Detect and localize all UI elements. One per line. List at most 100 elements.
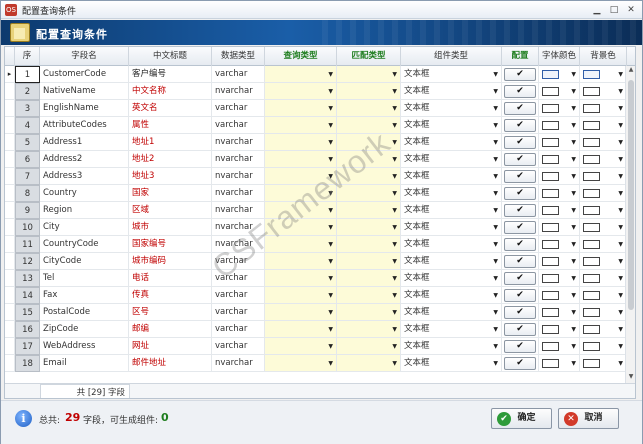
field-name-cell[interactable]: CustomerCode	[40, 66, 129, 83]
chevron-down-icon[interactable]: ▼	[493, 168, 498, 184]
config-button[interactable]: ✔	[504, 204, 536, 217]
field-name-cell[interactable]: Address3	[40, 168, 129, 185]
component-type-select[interactable]: 文本框 ▼	[401, 287, 502, 304]
chevron-down-icon[interactable]: ▼	[618, 117, 623, 133]
chinese-title-cell[interactable]: 邮编	[129, 321, 212, 338]
row-number[interactable]: 6	[15, 151, 40, 168]
chevron-down-icon[interactable]: ▼	[493, 321, 498, 337]
data-type-cell[interactable]: varchar	[212, 66, 265, 83]
component-type-select[interactable]: 文本框 ▼	[401, 202, 502, 219]
data-type-cell[interactable]: varchar	[212, 304, 265, 321]
chinese-title-cell[interactable]: 城市编码	[129, 253, 212, 270]
header-component-type[interactable]: 组件类型	[401, 47, 502, 66]
chevron-down-icon[interactable]: ▼	[571, 287, 576, 303]
chinese-title-cell[interactable]: 邮件地址	[129, 355, 212, 372]
font-color-picker[interactable]: ▼	[539, 236, 580, 253]
match-type-select[interactable]: ▼	[337, 219, 401, 236]
table-row[interactable]: 10 City 城市 nvarchar ▼ ▼ 文本框 ▼ ✔ ▼ ▼	[5, 219, 627, 236]
query-type-select[interactable]: ▼	[265, 134, 337, 151]
chinese-title-cell[interactable]: 传真	[129, 287, 212, 304]
chevron-down-icon[interactable]: ▼	[392, 338, 397, 354]
chevron-down-icon[interactable]: ▼	[392, 253, 397, 269]
header-field-name[interactable]: 字段名	[40, 47, 129, 66]
field-name-cell[interactable]: City	[40, 219, 129, 236]
config-button[interactable]: ✔	[504, 187, 536, 200]
chinese-title-cell[interactable]: 国家	[129, 185, 212, 202]
config-button[interactable]: ✔	[504, 272, 536, 285]
table-row[interactable]: 12 CityCode 城市编码 varchar ▼ ▼ 文本框 ▼ ✔ ▼ ▼	[5, 253, 627, 270]
component-type-select[interactable]: 文本框 ▼	[401, 338, 502, 355]
chevron-down-icon[interactable]: ▼	[392, 185, 397, 201]
config-button[interactable]: ✔	[504, 68, 536, 81]
row-number[interactable]: 4	[15, 117, 40, 134]
header-font-color[interactable]: 字体颜色	[539, 47, 580, 66]
table-row[interactable]: 5 Address1 地址1 nvarchar ▼ ▼ 文本框 ▼ ✔ ▼ ▼	[5, 134, 627, 151]
background-color-picker[interactable]: ▼	[580, 185, 627, 202]
match-type-select[interactable]: ▼	[337, 236, 401, 253]
chevron-down-icon[interactable]: ▼	[571, 83, 576, 99]
chevron-down-icon[interactable]: ▼	[618, 100, 623, 116]
font-color-picker[interactable]: ▼	[539, 100, 580, 117]
chevron-down-icon[interactable]: ▼	[571, 185, 576, 201]
match-type-select[interactable]: ▼	[337, 270, 401, 287]
row-number[interactable]: 10	[15, 219, 40, 236]
minimize-button[interactable]: ▁	[589, 3, 605, 17]
chevron-down-icon[interactable]: ▼	[618, 185, 623, 201]
chevron-down-icon[interactable]: ▼	[571, 219, 576, 235]
background-color-picker[interactable]: ▼	[580, 355, 627, 372]
chevron-down-icon[interactable]: ▼	[571, 270, 576, 286]
font-color-picker[interactable]: ▼	[539, 66, 580, 83]
chevron-down-icon[interactable]: ▼	[392, 236, 397, 252]
query-type-select[interactable]: ▼	[265, 100, 337, 117]
match-type-select[interactable]: ▼	[337, 66, 401, 83]
chevron-down-icon[interactable]: ▼	[493, 287, 498, 303]
query-type-select[interactable]: ▼	[265, 321, 337, 338]
table-row[interactable]: 3 EnglishName 英文名 varchar ▼ ▼ 文本框 ▼ ✔ ▼ ▼	[5, 100, 627, 117]
field-name-cell[interactable]: Region	[40, 202, 129, 219]
chevron-down-icon[interactable]: ▼	[328, 236, 333, 252]
row-number[interactable]: 7	[15, 168, 40, 185]
config-button[interactable]: ✔	[504, 170, 536, 183]
component-type-select[interactable]: 文本框 ▼	[401, 66, 502, 83]
chevron-down-icon[interactable]: ▼	[571, 66, 576, 82]
chevron-down-icon[interactable]: ▼	[493, 355, 498, 371]
component-type-select[interactable]: 文本框 ▼	[401, 134, 502, 151]
table-row[interactable]: 16 ZipCode 邮编 varchar ▼ ▼ 文本框 ▼ ✔ ▼ ▼	[5, 321, 627, 338]
data-type-cell[interactable]: nvarchar	[212, 134, 265, 151]
query-type-select[interactable]: ▼	[265, 355, 337, 372]
chevron-down-icon[interactable]: ▼	[618, 253, 623, 269]
query-type-select[interactable]: ▼	[265, 66, 337, 83]
table-row[interactable]: 14 Fax 传真 varchar ▼ ▼ 文本框 ▼ ✔ ▼ ▼	[5, 287, 627, 304]
data-type-cell[interactable]: varchar	[212, 100, 265, 117]
chevron-down-icon[interactable]: ▼	[392, 83, 397, 99]
chevron-down-icon[interactable]: ▼	[392, 168, 397, 184]
chinese-title-cell[interactable]: 英文名	[129, 100, 212, 117]
chevron-down-icon[interactable]: ▼	[571, 117, 576, 133]
component-type-select[interactable]: 文本框 ▼	[401, 151, 502, 168]
match-type-select[interactable]: ▼	[337, 253, 401, 270]
row-number[interactable]: 18	[15, 355, 40, 372]
config-button[interactable]: ✔	[504, 238, 536, 251]
table-row[interactable]: 13 Tel 电话 varchar ▼ ▼ 文本框 ▼ ✔ ▼ ▼	[5, 270, 627, 287]
field-name-cell[interactable]: Fax	[40, 287, 129, 304]
chevron-down-icon[interactable]: ▼	[392, 100, 397, 116]
data-type-cell[interactable]: varchar	[212, 287, 265, 304]
component-type-select[interactable]: 文本框 ▼	[401, 304, 502, 321]
background-color-picker[interactable]: ▼	[580, 219, 627, 236]
match-type-select[interactable]: ▼	[337, 338, 401, 355]
config-button[interactable]: ✔	[504, 153, 536, 166]
component-type-select[interactable]: 文本框 ▼	[401, 253, 502, 270]
field-name-cell[interactable]: ZipCode	[40, 321, 129, 338]
table-row[interactable]: ▸ 1 CustomerCode 客户编号 varchar ▼ ▼ 文本框 ▼ ✔ ▼ ▼	[5, 66, 627, 83]
table-row[interactable]: 11 CountryCode 国家编号 nvarchar ▼ ▼ 文本框 ▼ ✔ ▼ ▼	[5, 236, 627, 253]
chevron-down-icon[interactable]: ▼	[618, 202, 623, 218]
row-number[interactable]: 16	[15, 321, 40, 338]
chevron-down-icon[interactable]: ▼	[571, 321, 576, 337]
field-name-cell[interactable]: Address2	[40, 151, 129, 168]
query-type-select[interactable]: ▼	[265, 287, 337, 304]
chinese-title-cell[interactable]: 地址2	[129, 151, 212, 168]
field-name-cell[interactable]: NativeName	[40, 83, 129, 100]
chevron-down-icon[interactable]: ▼	[618, 83, 623, 99]
query-type-select[interactable]: ▼	[265, 83, 337, 100]
field-name-cell[interactable]: WebAddress	[40, 338, 129, 355]
